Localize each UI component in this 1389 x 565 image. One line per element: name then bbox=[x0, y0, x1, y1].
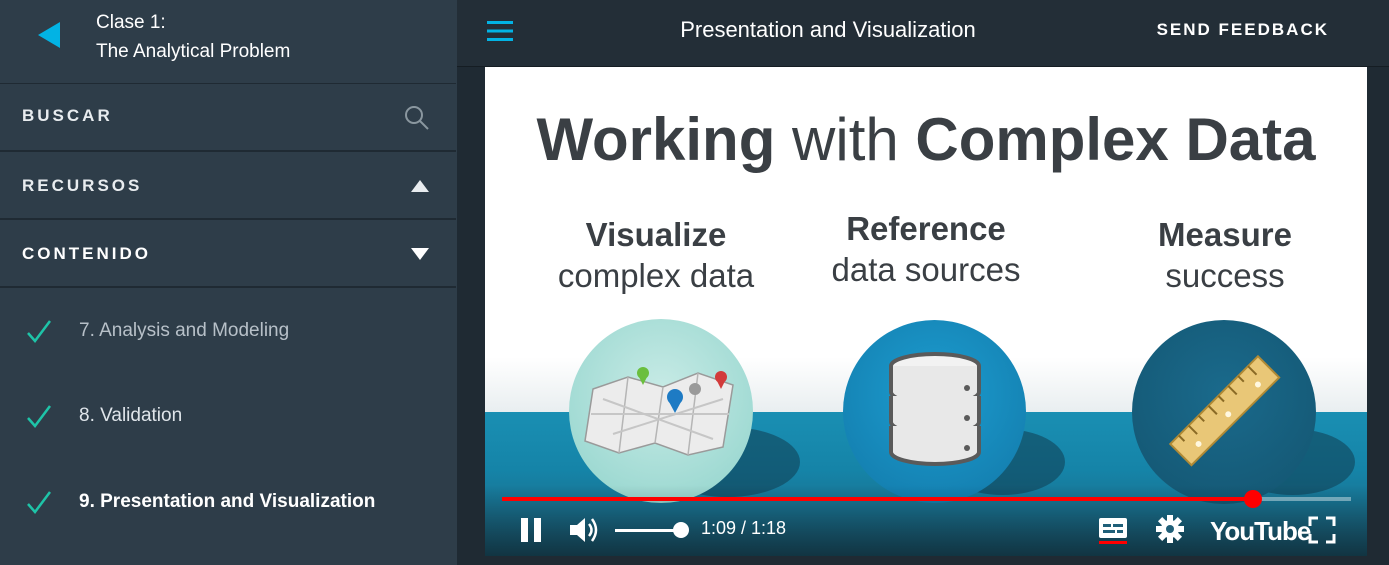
column-heading: Visualize bbox=[585, 216, 727, 253]
volume-knob[interactable] bbox=[673, 522, 689, 538]
volume-slider[interactable] bbox=[615, 529, 681, 532]
ruler-circle bbox=[1132, 320, 1316, 504]
chevron-down-icon[interactable] bbox=[410, 246, 430, 262]
lesson-label: 8. Validation bbox=[79, 405, 183, 426]
send-feedback-button[interactable]: SEND FEEDBACK bbox=[1157, 20, 1329, 40]
check-icon bbox=[27, 405, 51, 428]
slide-column-measure: Measure success bbox=[1095, 215, 1355, 297]
map-icon bbox=[584, 367, 734, 456]
main-panel: Presentation and Visualization SEND FEED… bbox=[457, 0, 1389, 565]
check-icon bbox=[27, 491, 51, 514]
slide-column-visualize: Visualize complex data bbox=[526, 215, 786, 297]
lesson-item-9[interactable]: 9. Presentation and Visualization bbox=[0, 461, 456, 541]
search-row[interactable]: BUSCAR bbox=[0, 84, 456, 152]
back-arrow-icon[interactable] bbox=[36, 20, 62, 50]
search-icon[interactable] bbox=[404, 105, 430, 131]
youtube-logo[interactable]: YouTube bbox=[1210, 516, 1311, 547]
course-title-line2: The Analytical Problem bbox=[96, 41, 291, 62]
slide-title-part2: with bbox=[775, 106, 916, 173]
lesson-label: 9. Presentation and Visualization bbox=[79, 491, 376, 512]
contenido-row[interactable]: CONTENIDO bbox=[0, 220, 456, 288]
lesson-item-8[interactable]: 8. Validation bbox=[0, 375, 456, 455]
ruler-icon bbox=[1168, 354, 1281, 467]
volume-icon[interactable] bbox=[569, 516, 601, 544]
recursos-label: RECURSOS bbox=[22, 176, 143, 195]
settings-gear-icon[interactable] bbox=[1156, 515, 1184, 543]
column-heading: Measure bbox=[1158, 216, 1292, 253]
contenido-label: CONTENIDO bbox=[22, 244, 151, 263]
map-circle bbox=[569, 319, 753, 503]
column-subtext: data sources bbox=[831, 251, 1021, 288]
database-icon bbox=[889, 352, 981, 466]
pause-icon[interactable] bbox=[519, 517, 543, 543]
course-title: Clase 1: The Analytical Problem bbox=[96, 8, 290, 66]
recursos-row[interactable]: RECURSOS bbox=[0, 152, 456, 220]
top-bar: Presentation and Visualization SEND FEED… bbox=[457, 0, 1389, 67]
lesson-item-7[interactable]: 7. Analysis and Modeling bbox=[0, 290, 456, 370]
column-subtext: complex data bbox=[557, 257, 755, 294]
slide-title-part3: Complex Data bbox=[915, 106, 1316, 173]
check-icon bbox=[27, 320, 51, 343]
fullscreen-icon[interactable] bbox=[1308, 516, 1336, 544]
subtitles-icon[interactable] bbox=[1097, 515, 1129, 545]
progress-bar-played[interactable] bbox=[502, 497, 1253, 501]
player-controls: 1:09 / 1:18 YouTube bbox=[485, 485, 1367, 556]
slide-column-reference: Reference data sources bbox=[796, 209, 1056, 291]
time-display: 1:09 / 1:18 bbox=[701, 518, 787, 538]
course-header: Clase 1: The Analytical Problem bbox=[0, 0, 456, 84]
video-player[interactable]: Working with Complex Data Visualize comp… bbox=[485, 67, 1367, 556]
page-title: Presentation and Visualization bbox=[680, 17, 976, 42]
search-label: BUSCAR bbox=[22, 106, 113, 125]
slide-title: Working with Complex Data bbox=[485, 105, 1367, 174]
column-subtext: success bbox=[1165, 257, 1285, 294]
column-heading: Reference bbox=[846, 210, 1006, 247]
progress-scrubber[interactable] bbox=[1244, 490, 1262, 508]
slide-title-part1: Working bbox=[536, 106, 776, 173]
database-circle bbox=[843, 320, 1026, 503]
course-title-line1: Clase 1: bbox=[96, 12, 166, 33]
lesson-label: 7. Analysis and Modeling bbox=[79, 320, 290, 341]
sidebar: Clase 1: The Analytical Problem BUSCAR R… bbox=[0, 0, 456, 565]
chevron-up-icon[interactable] bbox=[410, 178, 430, 194]
